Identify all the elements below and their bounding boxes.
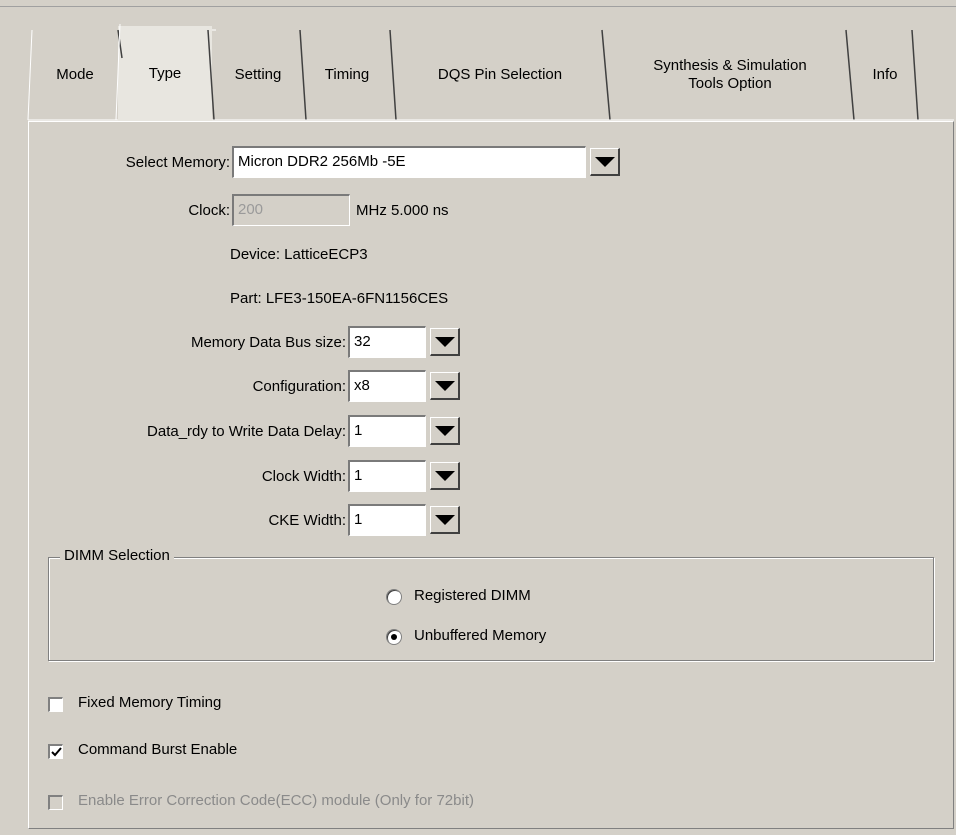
clock-field: 200 [232,194,350,226]
data-rdy-delay-dropdown-button[interactable] [430,417,460,445]
clock-width-field[interactable]: 1 [348,460,426,492]
select-memory-dropdown-button[interactable] [590,148,620,176]
device-text: Device: LatticeECP3 [230,246,368,263]
bus-size-label: Memory Data Bus size: [190,334,346,351]
checkmark-icon [51,747,62,757]
clock-width-dropdown-button[interactable] [430,462,460,490]
command-burst-enable-label[interactable]: Command Burst Enable [78,741,237,758]
clock-unit-text: MHz 5.000 ns [356,202,449,219]
chevron-down-icon [434,336,455,347]
chevron-down-icon [434,425,455,436]
configuration-field[interactable]: x8 [348,370,426,402]
select-memory-field[interactable]: Micron DDR2 256Mb -5E [232,146,586,178]
chevron-down-icon [434,470,455,481]
bus-size-dropdown-button[interactable] [430,328,460,356]
configuration-dropdown-button[interactable] [430,372,460,400]
part-text: Part: LFE3-150EA-6FN1156CES [230,290,449,307]
unbuffered-memory-radio[interactable] [386,629,402,645]
cke-width-field[interactable]: 1 [348,504,426,536]
dimm-selection-group [48,557,934,661]
select-memory-label: Select Memory: [125,154,230,171]
chevron-down-icon [594,156,615,167]
configuration-label: Configuration: [252,378,346,395]
enable-ecc-label: Enable Error Correction Code(ECC) module… [78,792,474,809]
cke-width-label: CKE Width: [268,512,346,529]
dimm-selection-legend: DIMM Selection [60,547,174,564]
cke-width-dropdown-button[interactable] [430,506,460,534]
clock-width-label: Clock Width: [261,468,346,485]
data-rdy-delay-label: Data_rdy to Write Data Delay: [147,423,346,440]
chevron-down-icon [434,514,455,525]
tab-strip: Mode Type Setting Timing DQS Pin Selecti… [0,0,956,122]
chevron-down-icon [434,380,455,391]
data-rdy-delay-field[interactable]: 1 [348,415,426,447]
radio-selected-dot [391,634,397,640]
tab-separators [27,23,954,121]
registered-dimm-radio[interactable] [386,589,402,605]
unbuffered-memory-label[interactable]: Unbuffered Memory [414,627,546,644]
fixed-memory-timing-label[interactable]: Fixed Memory Timing [78,694,221,711]
command-burst-enable-checkbox[interactable] [48,744,63,759]
fixed-memory-timing-checkbox[interactable] [48,697,63,712]
bus-size-field[interactable]: 32 [348,326,426,358]
enable-ecc-checkbox [48,795,63,810]
clock-label: Clock: [188,202,230,219]
registered-dimm-label[interactable]: Registered DIMM [414,587,531,604]
